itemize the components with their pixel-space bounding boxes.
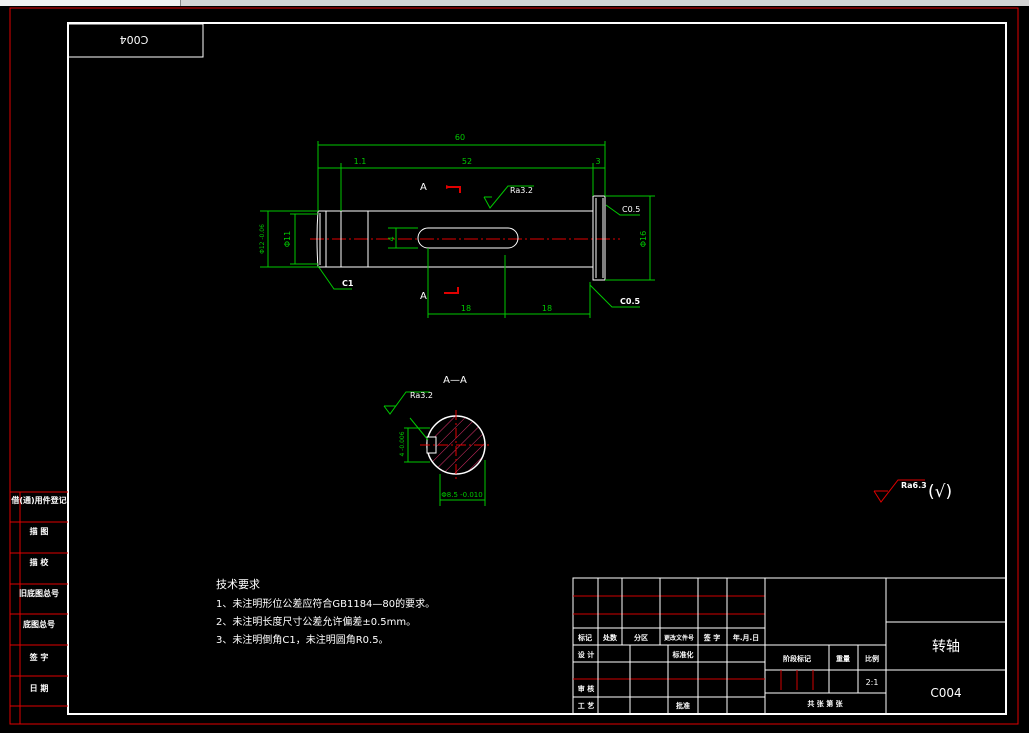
tb-change-doc: 更改文件号 [664,634,694,642]
section-arrow-bottom [444,287,459,294]
tb-approve: 批准 [676,701,690,710]
dim-right-step: 3 [595,157,600,166]
tb-mark: 标记 [577,633,592,642]
tb-stage-mark: 阶段标记 [783,654,811,663]
tb-date: 年.月.日 [733,633,759,642]
stamp-label-7: 日 期 [30,683,49,693]
dim-middle: 52 [462,157,472,166]
dim-section-depth: 4 -0.006 [399,431,406,456]
tb-count: 处数 [602,633,618,642]
stamp-label-1: 借(通)用件登记 [10,495,66,505]
tb-review: 审 核 [578,684,594,693]
tb-signature: 签 字 [703,633,720,642]
shaft-main-view [310,195,620,281]
dim-keyway-left: 18 [461,304,471,313]
roughness-main: Ra3.2 [510,186,533,195]
dim-keyway-right: 18 [542,304,552,313]
stamp-label-2: 描 图 [30,526,49,536]
tb-design: 设 计 [578,650,594,659]
tech-item-2: 2、未注明长度尺寸公差允许偏差±0.5mm。 [216,615,416,628]
dim-section-dia: Φ8.5 -0.010 [441,491,482,499]
roughness-general: Ra6.3 [901,481,927,490]
dim-left-dia: Φ11 [283,231,292,247]
dim-left-outer: Φ12 -0.06 [259,224,266,254]
outer-frame [9,7,1019,725]
tb-scale-label: 比例 [865,654,879,663]
dim-left-step: 1.1 [354,157,367,166]
tb-part-name: 转轴 [932,639,960,655]
tb-scale-value: 2:1 [866,678,879,687]
chamfer-right-bottom: C0.5 [620,297,640,306]
tb-standardize: 标准化 [672,650,694,659]
stamp-label-4: 旧底图总号 [19,588,59,598]
stamp-label-5: 底图总号 [22,619,55,629]
tech-item-3: 3、未注明倒角C1，未注明圆角R0.5。 [216,633,389,646]
inner-frame [67,22,1007,715]
section-arrow-head-top [446,185,451,189]
tb-process: 工 艺 [578,701,594,710]
dim-key-width: 4 [387,236,396,241]
tech-item-1: 1、未注明形位公差应符合GB1184—80的要求。 [216,597,435,610]
stamp-label-3: 描 校 [30,557,50,567]
roughness-section: Ra3.2 [410,391,433,400]
tech-title: 技术要求 [216,578,260,591]
chamfer-left: C1 [342,279,354,288]
general-roughness: Ra6.3 (√) [873,479,952,503]
dim-overall: 60 [455,133,465,142]
tb-weight: 重量 [836,654,850,663]
left-stamp-column: 借(通)用件登记 描 图 描 校 旧底图总号 底图总号 签 字 日 期 [10,491,68,724]
section-title: A—A [443,375,467,386]
chamfer-right-top: C0.5 [622,205,640,214]
dim-right-dia: Φ16 [639,231,648,247]
tech-requirements: 技术要求 1、未注明形位公差应符合GB1184—80的要求。 2、未注明长度尺寸… [216,578,435,646]
cad-drawing-canvas[interactable]: C004 借(通)用件登记 描 图 描 校 旧底图总号 底图总号 签 字 日 期 [0,6,1029,733]
roughness-check: (√) [928,482,952,502]
view-label-bottom: A [420,291,427,302]
keyway-slot [417,227,519,249]
code-rotated: C004 [120,33,149,46]
section-view [420,410,492,480]
tb-part-code: C004 [930,686,961,700]
tb-sheet-info: 共 张 第 张 [807,699,843,708]
stamp-label-6: 签 字 [29,652,49,662]
view-label-top: A [420,182,427,193]
tb-zone: 分区 [634,633,648,642]
